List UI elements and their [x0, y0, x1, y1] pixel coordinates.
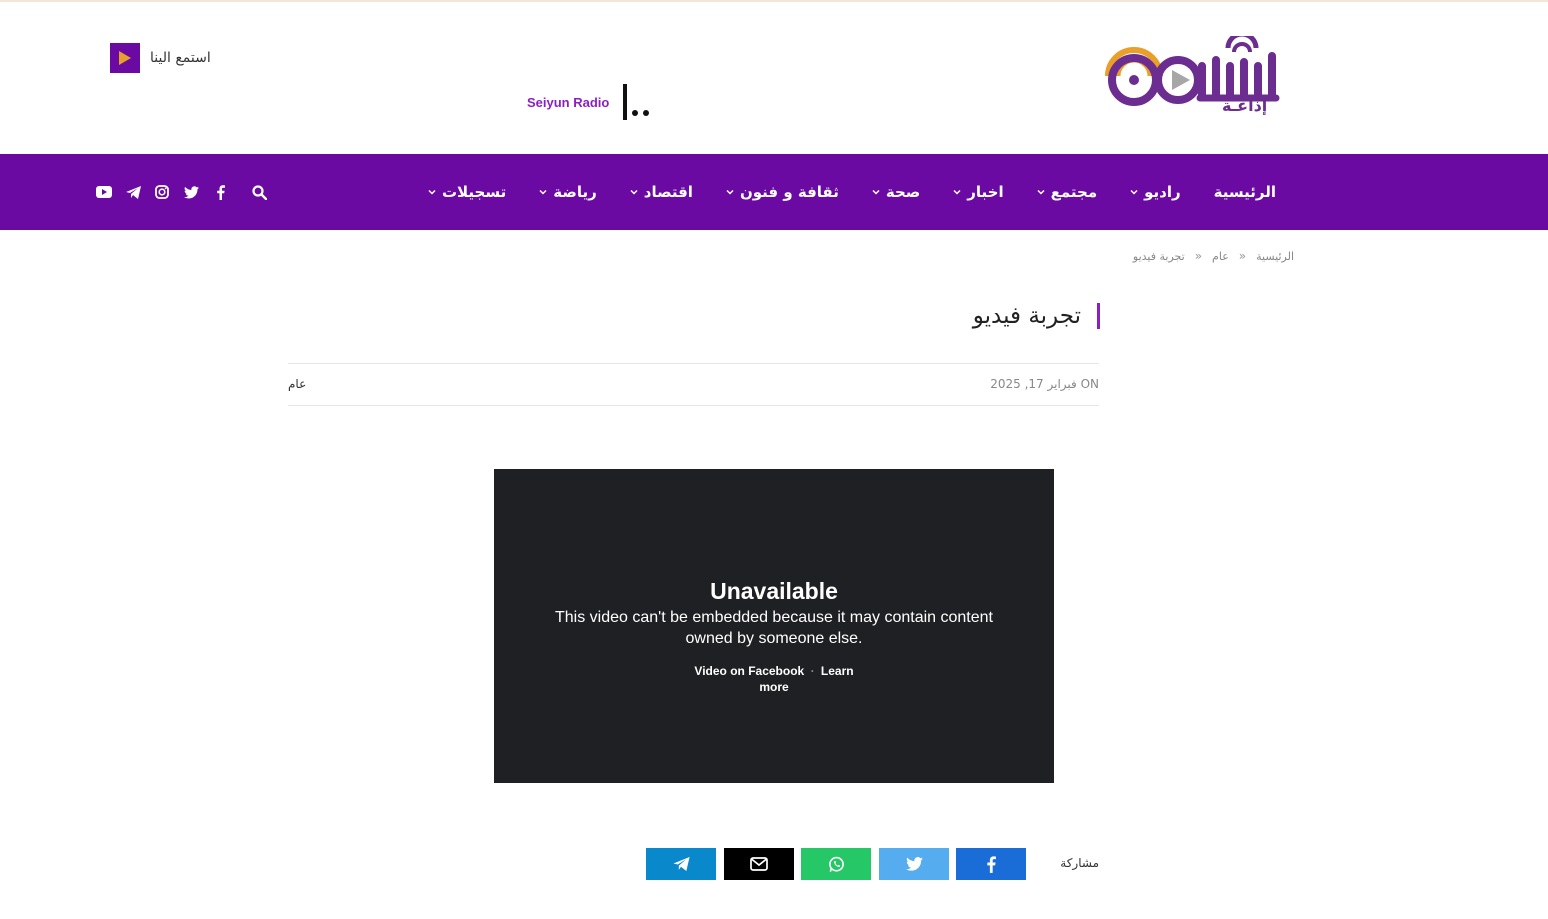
youtube-icon[interactable]: [96, 184, 112, 200]
chevron-down-icon: [539, 189, 547, 195]
twitter-icon: [905, 857, 923, 871]
breadcrumb-category[interactable]: عام: [1212, 250, 1229, 263]
video-unavailable-title: Unavailable: [710, 578, 838, 604]
instagram-icon[interactable]: [154, 184, 170, 200]
nav-item-label: صحة: [885, 183, 921, 201]
share-email-button[interactable]: [724, 848, 794, 880]
post-category[interactable]: عام: [288, 377, 306, 391]
video-facebook-link[interactable]: Video on Facebook: [694, 664, 804, 678]
chevron-down-icon: [428, 189, 436, 195]
nav-item-news[interactable]: اخبار: [953, 183, 1004, 201]
facebook-icon[interactable]: [212, 184, 228, 200]
main-nav: الرئيسية راديو مجتمع اخبار صحة ثقافة و ف…: [0, 154, 1548, 230]
nav-item-label: رياضة: [553, 183, 597, 201]
play-icon: [119, 51, 131, 65]
nav-item-sports[interactable]: رياضة: [539, 183, 597, 201]
top-border: [0, 0, 1548, 2]
email-icon: [750, 857, 768, 871]
search-icon[interactable]: [251, 184, 267, 200]
nav-item-label: الرئيسية: [1213, 183, 1276, 201]
radio-ticker: Seiyun Radio: [527, 84, 650, 120]
social-icons: [96, 154, 267, 230]
nav-item-label: راديو: [1144, 183, 1181, 201]
share-facebook-button[interactable]: [956, 848, 1026, 880]
nav-item-label: تسجيلات: [441, 183, 507, 201]
chevron-down-icon: [1130, 189, 1138, 195]
video-link-separator: ·: [810, 664, 815, 678]
whatsapp-icon: [828, 856, 844, 872]
chevron-down-icon: [630, 189, 638, 195]
nav-item-recordings[interactable]: تسجيلات: [428, 183, 506, 201]
nav-item-label: ثقافة و فنون: [739, 183, 839, 201]
nav-item-label: اقتصاد: [643, 183, 693, 201]
nav-item-health[interactable]: صحة: [872, 183, 920, 201]
chevron-down-icon: [953, 189, 961, 195]
post-date: ON فبراير 17, 2025: [990, 377, 1099, 391]
nav-item-society[interactable]: مجتمع: [1037, 183, 1098, 201]
share-bar: مشاركة: [646, 848, 1099, 880]
nav-item-home[interactable]: الرئيسية: [1214, 183, 1276, 201]
nav-menu: الرئيسية راديو مجتمع اخبار صحة ثقافة و ف…: [428, 154, 1276, 230]
nav-item-label: مجتمع: [1050, 183, 1098, 201]
listen-label: استمع الينا: [150, 50, 211, 66]
share-telegram-button[interactable]: [646, 848, 716, 880]
breadcrumb-separator: »: [1238, 249, 1247, 263]
share-twitter-button[interactable]: [879, 848, 949, 880]
nav-item-radio[interactable]: راديو: [1130, 183, 1181, 201]
telegram-icon[interactable]: [125, 184, 141, 200]
telegram-icon: [672, 857, 690, 871]
nav-item-economy[interactable]: اقتصاد: [630, 183, 693, 201]
share-whatsapp-button[interactable]: [801, 848, 871, 880]
breadcrumb-separator: »: [1194, 249, 1203, 263]
play-button[interactable]: [110, 43, 140, 73]
chevron-down-icon: [872, 189, 880, 195]
chevron-down-icon: [1037, 189, 1045, 195]
nav-item-label: اخبار: [967, 183, 1004, 201]
post-meta: ON فبراير 17, 2025 عام: [288, 363, 1099, 406]
breadcrumb: الرئيسية » عام » تجربة فيديو: [1133, 249, 1294, 263]
twitter-icon[interactable]: [183, 184, 199, 200]
listen-live[interactable]: استمع الينا: [110, 43, 211, 73]
title-accent-bar: [1097, 303, 1100, 329]
ticker-mark-icon: [623, 84, 650, 120]
video-embed[interactable]: Unavailable This video can't be embedded…: [494, 469, 1054, 783]
post-header: تجربة فيديو: [973, 303, 1100, 329]
breadcrumb-current: تجربة فيديو: [1132, 249, 1185, 263]
share-label: مشاركة: [1060, 856, 1099, 870]
video-unavailable-message: This video can't be embedded because it …: [555, 609, 993, 647]
facebook-icon: [987, 855, 996, 873]
site-logo[interactable]: إذاعـة: [1100, 31, 1282, 122]
breadcrumb-home[interactable]: الرئيسية: [1256, 250, 1294, 263]
video-links: Video on Facebook · Learn more: [689, 663, 859, 695]
chevron-down-icon: [726, 189, 734, 195]
nav-item-culture[interactable]: ثقافة و فنون: [726, 183, 839, 201]
logo-text: إذاعـة: [1222, 96, 1268, 115]
ticker-label: Seiyun Radio: [527, 94, 610, 110]
page-title: تجربة فيديو: [972, 303, 1081, 329]
